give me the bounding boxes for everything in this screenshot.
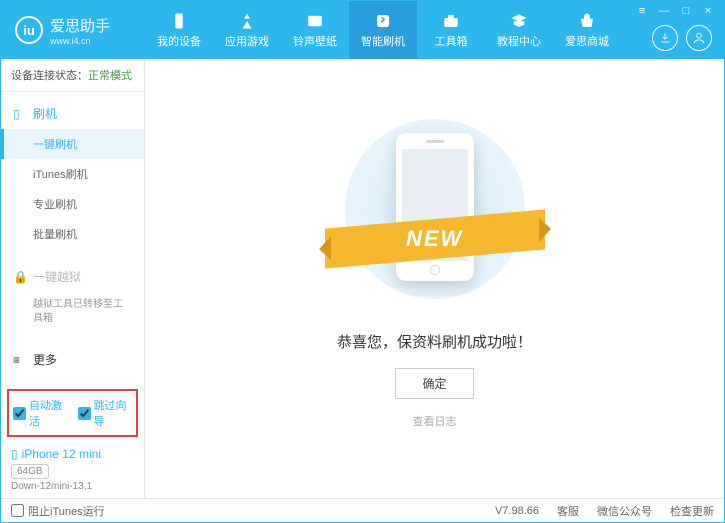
version-text: V7.98.66 bbox=[495, 505, 539, 517]
wallpaper-icon bbox=[305, 12, 325, 30]
checkbox-skip-setup[interactable]: 跳过向导 bbox=[78, 397, 133, 429]
main-content: NEW 恭喜您，保资料刷机成功啦！ 确定 查看日志 bbox=[145, 59, 724, 498]
device-icon bbox=[169, 12, 189, 30]
status-bar: 阻止iTunes运行 V7.98.66 客服 微信公众号 检查更新 bbox=[1, 498, 724, 522]
sidebar-section-more[interactable]: ≡ 更多 bbox=[1, 344, 144, 375]
device-icon: ▯ bbox=[11, 447, 18, 461]
check-update-link[interactable]: 检查更新 bbox=[670, 503, 714, 519]
chk-label: 跳过向导 bbox=[94, 397, 133, 429]
success-message: 恭喜您，保资料刷机成功啦！ bbox=[337, 331, 532, 352]
sidebar-item-oneclick-flash[interactable]: 一键刷机 bbox=[1, 129, 144, 159]
jailbreak-note: 越狱工具已转移至工具箱 bbox=[1, 292, 144, 332]
section-title: 更多 bbox=[33, 351, 57, 368]
device-firmware: Down-12mini-13,1 bbox=[11, 481, 134, 492]
nav-toolbox[interactable]: 工具箱 bbox=[417, 1, 485, 59]
conn-label: 设备连接状态： bbox=[11, 70, 88, 82]
view-log-link[interactable]: 查看日志 bbox=[413, 413, 457, 429]
nav-label: 工具箱 bbox=[435, 33, 468, 49]
sidebar-section-jailbreak: 🔒 一键越狱 bbox=[1, 261, 144, 292]
nav-bar: 我的设备 应用游戏 铃声壁纸 智能刷机 工具箱 教程中心 爱思商城 bbox=[145, 1, 621, 59]
nav-label: 智能刷机 bbox=[361, 33, 405, 49]
nav-label: 教程中心 bbox=[497, 33, 541, 49]
options-highlight-box: 自动激活 跳过向导 bbox=[7, 389, 138, 437]
nav-label: 铃声壁纸 bbox=[293, 33, 337, 49]
chk-label: 自动激活 bbox=[29, 397, 68, 429]
device-name: ▯iPhone 12 mini bbox=[11, 447, 134, 461]
conn-value: 正常模式 bbox=[88, 70, 132, 82]
maximize-button[interactable]: □ bbox=[676, 4, 696, 18]
toolbox-icon bbox=[441, 12, 461, 30]
sidebar-item-pro-flash[interactable]: 专业刷机 bbox=[1, 189, 144, 219]
section-title: 一键越狱 bbox=[33, 268, 81, 285]
app-url: www.i4.cn bbox=[50, 36, 110, 46]
nav-store[interactable]: 爱思商城 bbox=[553, 1, 621, 59]
ribbon-text: NEW bbox=[406, 226, 463, 252]
nav-tutorial[interactable]: 教程中心 bbox=[485, 1, 553, 59]
store-icon bbox=[577, 12, 597, 30]
sidebar: 设备连接状态：正常模式 ▯刷机 一键刷机 iTunes刷机 专业刷机 批量刷机 … bbox=[1, 59, 145, 498]
checkbox-block-itunes[interactable]: 阻止iTunes运行 bbox=[11, 503, 105, 519]
connection-status: 设备连接状态：正常模式 bbox=[1, 59, 144, 92]
nav-apps[interactable]: 应用游戏 bbox=[213, 1, 281, 59]
app-header: iu 爱思助手 www.i4.cn 我的设备 应用游戏 铃声壁纸 智能刷机 工具… bbox=[1, 1, 724, 59]
device-info[interactable]: ▯iPhone 12 mini 64GB Down-12mini-13,1 bbox=[1, 441, 144, 498]
flash-icon bbox=[373, 12, 393, 30]
lock-icon: 🔒 bbox=[13, 270, 27, 284]
window-controls: ≡ — □ × bbox=[632, 4, 718, 18]
device-storage: 64GB bbox=[11, 464, 49, 479]
sidebar-item-itunes-flash[interactable]: iTunes刷机 bbox=[1, 159, 144, 189]
nav-label: 应用游戏 bbox=[225, 33, 269, 49]
download-button[interactable] bbox=[652, 25, 678, 51]
close-button[interactable]: × bbox=[698, 4, 718, 18]
user-button[interactable] bbox=[686, 25, 712, 51]
logo-icon: iu bbox=[15, 16, 43, 44]
section-title: 刷机 bbox=[33, 105, 57, 122]
more-icon: ≡ bbox=[13, 353, 27, 367]
wechat-link[interactable]: 微信公众号 bbox=[597, 503, 652, 519]
app-name: 爱思助手 bbox=[50, 15, 110, 36]
menu-icon[interactable]: ≡ bbox=[632, 4, 652, 18]
apps-icon bbox=[237, 12, 257, 30]
nav-label: 爱思商城 bbox=[565, 33, 609, 49]
phone-icon: ▯ bbox=[13, 107, 27, 121]
chk-label: 阻止iTunes运行 bbox=[28, 503, 105, 519]
sidebar-section-flash[interactable]: ▯ 刷机 bbox=[1, 98, 144, 129]
sidebar-item-other-tools[interactable]: 其他工具 bbox=[1, 375, 144, 385]
nav-wallpaper[interactable]: 铃声壁纸 bbox=[281, 1, 349, 59]
ok-button[interactable]: 确定 bbox=[395, 368, 473, 399]
nav-my-device[interactable]: 我的设备 bbox=[145, 1, 213, 59]
logo-area: iu 爱思助手 www.i4.cn bbox=[1, 15, 145, 46]
nav-smart-flash[interactable]: 智能刷机 bbox=[349, 1, 417, 59]
tutorial-icon bbox=[509, 12, 529, 30]
minimize-button[interactable]: — bbox=[654, 4, 674, 18]
customer-service-link[interactable]: 客服 bbox=[557, 503, 579, 519]
checkbox-auto-activate[interactable]: 自动激活 bbox=[13, 397, 68, 429]
success-illustration: NEW bbox=[335, 109, 535, 309]
nav-label: 我的设备 bbox=[157, 33, 201, 49]
sidebar-item-batch-flash[interactable]: 批量刷机 bbox=[1, 219, 144, 249]
